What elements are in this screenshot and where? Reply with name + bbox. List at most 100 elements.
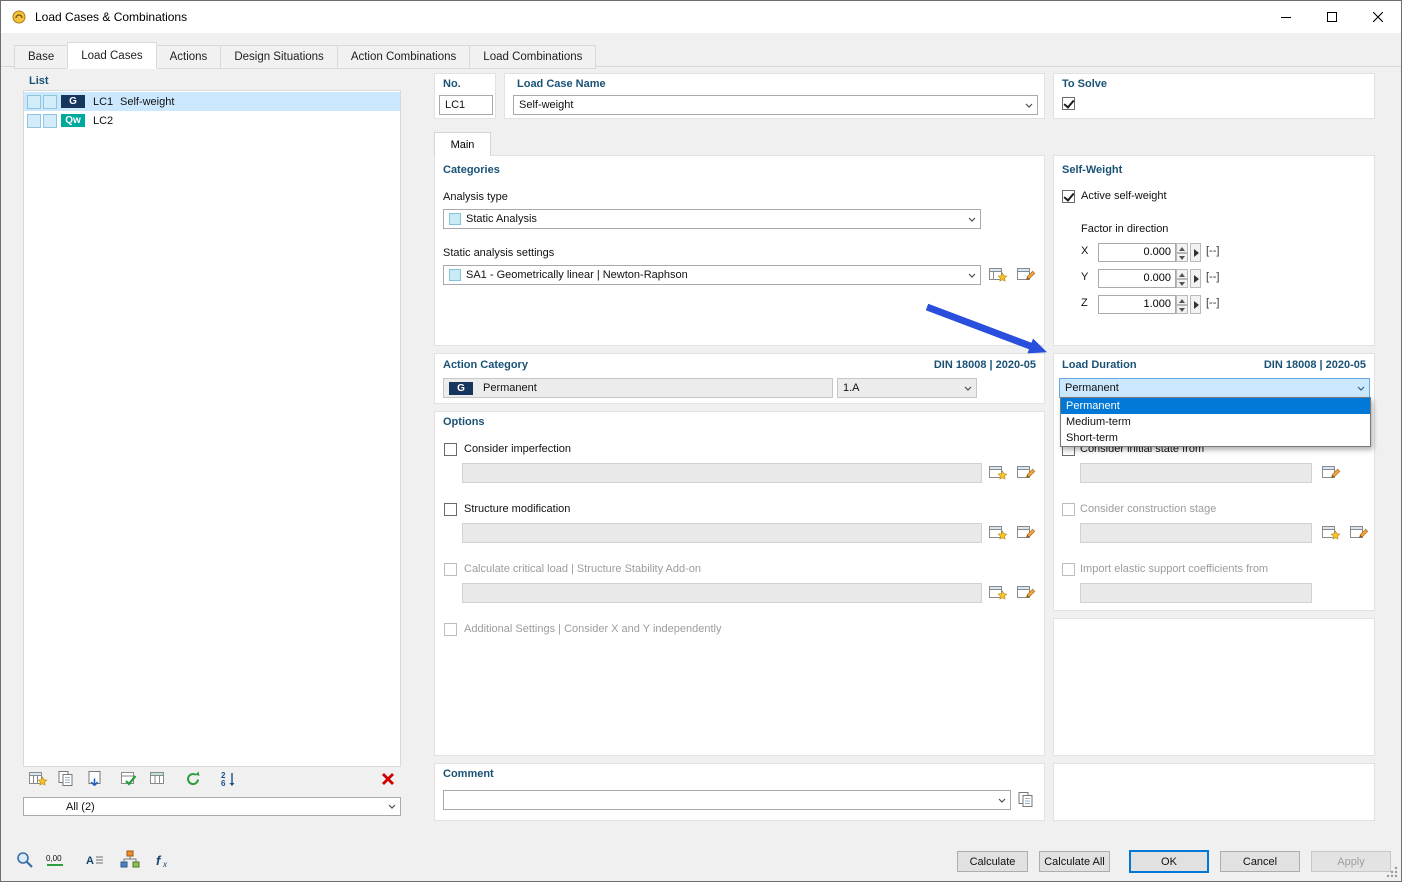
structure-modification-checkbox[interactable] bbox=[444, 503, 457, 516]
edit-imperfection-button[interactable] bbox=[1015, 463, 1037, 483]
minimize-button[interactable] bbox=[1263, 1, 1309, 33]
new-structure-modification-button[interactable] bbox=[987, 523, 1009, 543]
tab-design-situations[interactable]: Design Situations bbox=[220, 45, 338, 69]
factor-y-input[interactable]: 0.000 bbox=[1098, 269, 1176, 288]
factor-y-slider-button[interactable] bbox=[1190, 269, 1201, 288]
load-duration-select[interactable]: Permanent bbox=[1059, 378, 1370, 398]
edit-initial-state-button[interactable] bbox=[1320, 463, 1342, 483]
dropdown-option-permanent[interactable]: Permanent bbox=[1061, 398, 1370, 414]
apply-button[interactable]: Apply bbox=[1311, 851, 1391, 872]
factor-x-spinner bbox=[1176, 243, 1188, 262]
maximize-button[interactable] bbox=[1309, 1, 1355, 33]
spin-down-button[interactable] bbox=[1176, 278, 1188, 288]
names-button[interactable]: A bbox=[83, 849, 107, 871]
initial-state-field bbox=[1080, 463, 1312, 483]
sort-numbers-icon: 26 bbox=[221, 771, 235, 788]
edit-table-icon bbox=[1350, 526, 1369, 539]
copy-comment-button[interactable] bbox=[1016, 790, 1038, 810]
calculate-all-button[interactable]: Calculate All bbox=[1039, 851, 1110, 872]
factor-x-slider-button[interactable] bbox=[1190, 243, 1201, 262]
list-filter-select[interactable]: All (2) bbox=[23, 797, 401, 816]
factor-x-input[interactable]: 0.000 bbox=[1098, 243, 1176, 262]
to-solve-checkbox[interactable] bbox=[1062, 97, 1075, 110]
consider-imperfection-checkbox[interactable] bbox=[444, 443, 457, 456]
active-self-weight-checkbox[interactable] bbox=[1062, 190, 1075, 203]
tab-main[interactable]: Main bbox=[434, 132, 491, 156]
copy-load-case-button[interactable] bbox=[55, 768, 79, 790]
comment-section: Comment bbox=[434, 763, 1045, 821]
svg-text:f: f bbox=[156, 853, 162, 868]
analysis-type-select[interactable]: Static Analysis bbox=[443, 209, 981, 229]
design-situation-select[interactable]: 1.A bbox=[837, 378, 977, 398]
new-table-icon bbox=[989, 526, 1008, 540]
chevron-down-icon bbox=[1021, 96, 1037, 114]
new-construction-stage-button[interactable] bbox=[1320, 523, 1342, 543]
comment-select[interactable] bbox=[443, 790, 1011, 810]
spin-up-button[interactable] bbox=[1176, 269, 1188, 279]
edit-table-icon bbox=[1017, 586, 1036, 599]
tab-actions[interactable]: Actions bbox=[155, 45, 222, 69]
new-imperfection-button[interactable] bbox=[987, 463, 1009, 483]
comment-header: Comment bbox=[443, 768, 494, 780]
edit-static-settings-button[interactable] bbox=[1015, 265, 1037, 285]
load-case-number-field[interactable]: LC1 bbox=[439, 95, 493, 115]
new-critical-load-button[interactable] bbox=[987, 583, 1009, 603]
edit-structure-modification-button[interactable] bbox=[1015, 523, 1037, 543]
resize-grip[interactable] bbox=[1386, 866, 1398, 878]
critical-load-checkbox bbox=[444, 563, 457, 576]
window-titlebar: Load Cases & Combinations bbox=[1, 1, 1401, 33]
factor-z-spinner bbox=[1176, 295, 1188, 314]
tab-load-cases[interactable]: Load Cases bbox=[67, 42, 157, 69]
static-settings-select[interactable]: SA1 - Geometrically linear | Newton-Raph… bbox=[443, 265, 981, 285]
edit-critical-load-button[interactable] bbox=[1015, 583, 1037, 603]
spin-down-button[interactable] bbox=[1176, 252, 1188, 262]
sort-button[interactable]: 26 bbox=[217, 768, 241, 790]
load-case-id: LC2 bbox=[93, 114, 114, 127]
import-load-case-button[interactable] bbox=[84, 768, 108, 790]
new-load-case-button[interactable] bbox=[26, 768, 50, 790]
load-type-badge: Qw bbox=[61, 114, 85, 127]
renumber-button[interactable] bbox=[182, 768, 206, 790]
critical-load-field bbox=[462, 583, 982, 603]
hierarchy-button[interactable] bbox=[118, 849, 142, 871]
new-static-settings-button[interactable] bbox=[987, 265, 1009, 285]
edit-construction-stage-button[interactable] bbox=[1348, 523, 1370, 543]
delete-load-case-button[interactable] bbox=[376, 768, 400, 790]
function-button[interactable]: fx bbox=[152, 849, 176, 871]
decimal-places-button[interactable]: 0,00 bbox=[45, 849, 69, 871]
factor-z-input[interactable]: 1.000 bbox=[1098, 295, 1176, 314]
spin-down-button[interactable] bbox=[1176, 304, 1188, 314]
dropdown-option-medium-term[interactable]: Medium-term bbox=[1061, 414, 1370, 430]
tab-load-combinations[interactable]: Load Combinations bbox=[469, 45, 597, 69]
categories-section: Categories Analysis type Static Analysis… bbox=[434, 155, 1045, 346]
spin-up-button[interactable] bbox=[1176, 295, 1188, 305]
to-solve-label: To Solve bbox=[1062, 78, 1108, 90]
list-item[interactable]: Qw LC2 bbox=[24, 111, 400, 130]
factor-z-slider-button[interactable] bbox=[1190, 295, 1201, 314]
cancel-button[interactable]: Cancel bbox=[1220, 851, 1300, 872]
elastic-support-field bbox=[1080, 583, 1312, 603]
self-weight-header: Self-Weight bbox=[1062, 164, 1123, 176]
check-table-icon bbox=[121, 772, 137, 786]
new-table-icon bbox=[1322, 526, 1341, 540]
find-button[interactable] bbox=[13, 849, 37, 871]
close-button[interactable] bbox=[1355, 1, 1401, 33]
tab-base[interactable]: Base bbox=[14, 45, 69, 69]
color-cell bbox=[43, 113, 57, 128]
options-header: Options bbox=[443, 416, 485, 428]
calculate-button[interactable]: Calculate bbox=[957, 851, 1028, 872]
dropdown-option-short-term[interactable]: Short-term bbox=[1061, 430, 1370, 446]
factor-z-axis-label: Z bbox=[1081, 297, 1088, 309]
hierarchy-icon bbox=[120, 850, 140, 868]
action-category-select[interactable]: G Permanent bbox=[443, 378, 833, 398]
options-section: Options Consider imperfection Structure … bbox=[434, 411, 1045, 756]
to-solve-panel: To Solve bbox=[1053, 73, 1375, 119]
spin-up-button[interactable] bbox=[1176, 243, 1188, 253]
tab-action-combinations[interactable]: Action Combinations bbox=[336, 45, 471, 69]
consider-imperfection-label: Consider imperfection bbox=[464, 443, 571, 455]
check-load-cases-button[interactable] bbox=[118, 768, 142, 790]
ok-button[interactable]: OK bbox=[1129, 850, 1209, 873]
list-item[interactable]: G LC1 Self-weight bbox=[24, 92, 400, 111]
uncheck-load-cases-button[interactable] bbox=[147, 768, 171, 790]
load-case-name-select[interactable]: Self-weight bbox=[513, 95, 1038, 115]
